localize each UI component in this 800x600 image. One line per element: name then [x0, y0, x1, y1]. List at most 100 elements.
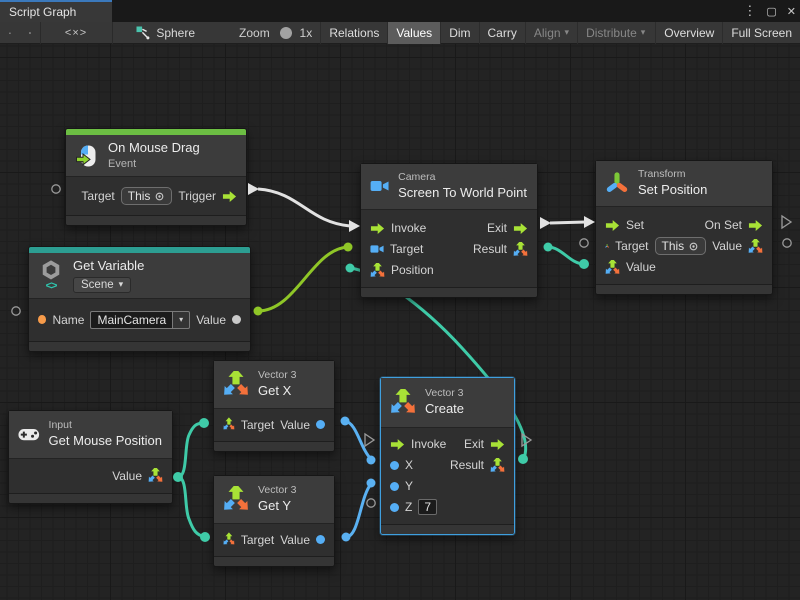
port-label: Target	[615, 239, 648, 253]
dim-button[interactable]: Dim	[440, 22, 478, 44]
vector3-port-icon[interactable]	[223, 417, 235, 432]
node-footer	[29, 341, 250, 351]
caret-down-icon: ▾	[641, 28, 646, 37]
vector3-port-icon[interactable]	[370, 263, 385, 278]
node-on-mouse-drag[interactable]: On Mouse Drag Event Target This Trigger	[65, 128, 247, 226]
node-footer	[66, 215, 246, 225]
node-category: Input	[49, 419, 162, 433]
node-title: Get Y	[258, 498, 297, 515]
tab-strip: Script Graph ⋮ ▢ ✕	[0, 0, 800, 22]
zoom-slider-handle[interactable]	[280, 27, 292, 39]
caret-down-icon: ▾	[565, 28, 570, 37]
gamepad-icon	[18, 422, 40, 446]
graph-breadcrumb[interactable]: Sphere	[126, 26, 205, 40]
port-label: Trigger	[178, 189, 216, 203]
relations-button[interactable]: Relations	[320, 22, 387, 44]
camera-icon	[370, 174, 389, 198]
node-footer	[214, 441, 334, 451]
values-button[interactable]: Values	[387, 22, 440, 44]
script-graph-window: Script Graph ⋮ ▢ ✕ <×> Sphere Zoom 1x Re…	[0, 0, 800, 600]
z-port[interactable]	[390, 503, 399, 512]
this-target-chip[interactable]: This	[121, 187, 173, 205]
flow-arrow-icon[interactable]	[390, 437, 405, 452]
zoom-value: 1x	[300, 26, 313, 40]
node-category: Camera	[398, 171, 527, 185]
flow-arrow-icon[interactable]	[513, 221, 528, 236]
align-button[interactable]: Align▾	[525, 22, 577, 44]
tab-script-graph[interactable]: Script Graph	[0, 0, 112, 22]
port-label: Result	[473, 242, 507, 256]
vector3-port-icon[interactable]	[148, 468, 163, 483]
info-icon[interactable]	[20, 22, 40, 44]
z-value-field[interactable]: 7	[418, 499, 437, 515]
variable-scope-dropdown[interactable]: Scene ▾	[73, 277, 131, 293]
flow-arrow-icon[interactable]	[222, 189, 237, 204]
zoom-slider[interactable]	[280, 32, 292, 34]
port-label: Value	[196, 313, 226, 327]
node-title: Screen To World Point	[398, 185, 527, 202]
aim-icon	[688, 241, 699, 252]
name-port[interactable]	[38, 315, 46, 324]
port-label: Target	[241, 418, 274, 432]
x-port[interactable]	[390, 461, 399, 470]
value-port[interactable]	[232, 315, 241, 324]
mouse-drag-icon	[75, 144, 99, 168]
node-subtitle: Event	[108, 157, 200, 171]
node-title: Set Position	[638, 182, 707, 199]
port-label: Target	[81, 189, 114, 203]
node-get-y[interactable]: Vector 3 Get Y Target Value	[213, 475, 335, 567]
angle-brackets-icon: <>	[46, 281, 57, 291]
flow-arrow-icon[interactable]	[748, 218, 763, 233]
transform-port-icon[interactable]	[605, 239, 609, 253]
y-port[interactable]	[390, 482, 399, 491]
port-label: Value	[280, 418, 310, 432]
port-label: Value	[280, 533, 310, 547]
unity-variable-icon: <>	[38, 259, 64, 291]
overview-button[interactable]: Overview	[655, 22, 722, 44]
lock-icon[interactable]	[0, 22, 20, 44]
value-port[interactable]	[316, 535, 325, 544]
node-screen-to-world-point[interactable]: Camera Screen To World Point Invoke Exit…	[360, 163, 538, 298]
node-vector3-create[interactable]: Vector 3 Create Invoke Exit X	[380, 377, 515, 535]
value-port[interactable]	[316, 420, 325, 429]
vector3-icon	[223, 486, 249, 512]
port-label: Exit	[464, 437, 484, 451]
node-category: Vector 3	[258, 484, 297, 498]
node-footer	[381, 524, 514, 534]
node-footer	[214, 556, 334, 566]
vector3-icon	[223, 371, 249, 397]
vector3-port-icon[interactable]	[223, 532, 235, 547]
close-icon[interactable]: ✕	[787, 5, 796, 18]
vector3-port-icon[interactable]	[748, 239, 763, 254]
graph-canvas[interactable]: On Mouse Drag Event Target This Trigger	[0, 44, 800, 600]
vector3-port-icon[interactable]	[490, 458, 505, 473]
port-label: Y	[405, 479, 413, 493]
port-label: Invoke	[411, 437, 446, 451]
variable-name-field[interactable]: MainCamera ▾	[90, 311, 190, 329]
vector3-port-icon[interactable]	[605, 260, 620, 275]
distribute-button[interactable]: Distribute▾	[577, 22, 653, 44]
camera-port-icon[interactable]	[370, 242, 384, 256]
full-screen-button[interactable]: Full Screen	[722, 22, 800, 44]
vector3-port-icon[interactable]	[513, 242, 528, 257]
node-footer	[361, 287, 537, 297]
flow-arrow-icon[interactable]	[370, 221, 385, 236]
flow-arrow-icon[interactable]	[490, 437, 505, 452]
carry-button[interactable]: Carry	[479, 22, 525, 44]
port-label: Exit	[487, 221, 507, 235]
port-label: Z	[405, 500, 412, 514]
node-get-mouse-position[interactable]: Input Get Mouse Position Value	[8, 410, 173, 504]
dropdown-button[interactable]: ▾	[172, 311, 190, 329]
menu-icon[interactable]: ⋮	[743, 3, 756, 19]
node-footer	[9, 493, 172, 503]
flow-arrow-icon[interactable]	[605, 218, 620, 233]
window-controls: ⋮ ▢ ✕	[743, 0, 796, 22]
maximize-icon[interactable]: ▢	[766, 5, 776, 18]
node-category: Transform	[638, 168, 707, 182]
node-get-x[interactable]: Vector 3 Get X Target Value	[213, 360, 335, 452]
node-set-position[interactable]: Transform Set Position Set On Set Target	[595, 160, 773, 295]
node-get-variable[interactable]: <> Get Variable Scene ▾ Name MainCamera	[28, 246, 251, 352]
port-label: Value	[626, 260, 656, 274]
code-view-icon[interactable]: <×>	[56, 22, 96, 44]
this-target-chip[interactable]: This	[655, 237, 707, 255]
